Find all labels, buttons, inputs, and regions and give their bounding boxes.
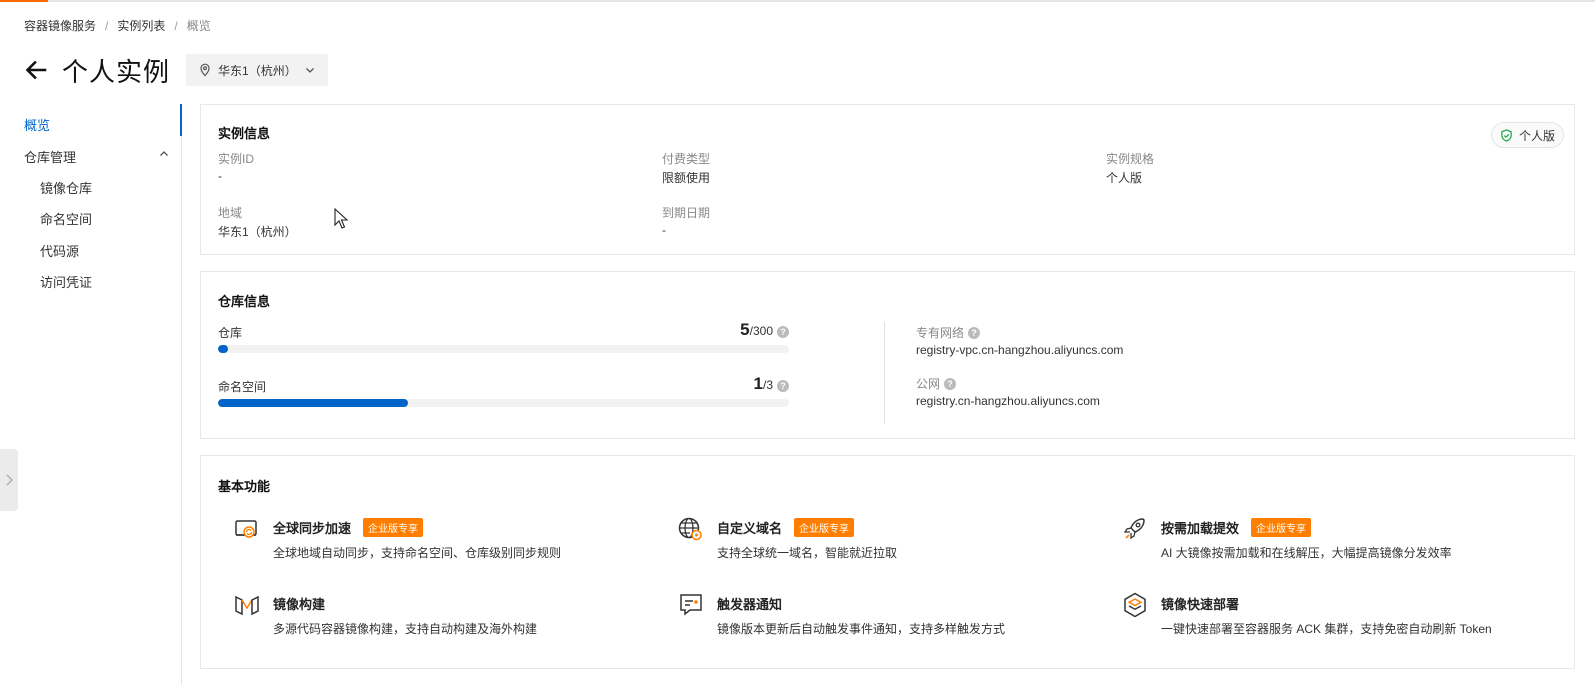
feature-desc: 支持全球统一域名，智能就近拉取 — [717, 546, 898, 560]
field-label-expiry: 到期日期 — [662, 206, 711, 220]
field-value-billing: 限额使用 — [662, 171, 711, 185]
help-icon[interactable]: ? — [777, 380, 789, 392]
breadcrumb-item-instances[interactable]: 实例列表 — [117, 17, 165, 34]
sidebar-item-code-source[interactable]: 代码源 — [40, 241, 79, 260]
sidebar-collapse-handle[interactable] — [0, 449, 18, 511]
usage-label: 仓库 — [218, 326, 243, 340]
edition-badge-label: 个人版 — [1518, 128, 1555, 143]
sidebar-item-image-repos[interactable]: 镜像仓库 — [40, 178, 92, 197]
feature-name: 按需加载提效 — [1161, 521, 1240, 536]
feature-name: 镜像构建 — [273, 597, 326, 612]
location-pin-icon — [200, 63, 210, 77]
back-button[interactable] — [22, 56, 50, 84]
field-value-region: 华东1（杭州） — [218, 225, 297, 239]
usage-used: 1 — [753, 374, 763, 393]
feature-desc: 一键快速部署至容器服务 ACK 集群，支持免密自动刷新 Token — [1161, 622, 1492, 636]
help-icon[interactable]: ? — [777, 326, 789, 338]
global-sync-icon — [235, 520, 257, 538]
usage-label: 命名空间 — [218, 380, 267, 394]
repo-info-card: 仓库信息 仓库 5 /300 ? 命名空间 1 /3 ? 专有网络 ? regi… — [200, 271, 1575, 439]
usage-progress-bar — [218, 345, 789, 353]
endpoint-value-public[interactable]: registry.cn-hangzhou.aliyuncs.com — [916, 394, 1100, 408]
feature-name: 触发器通知 — [717, 597, 783, 612]
chevron-down-icon — [306, 68, 314, 73]
edition-badge: 个人版 — [1490, 122, 1564, 148]
help-icon[interactable]: ? — [968, 326, 981, 339]
mouse-cursor-icon — [334, 208, 348, 229]
features-title: 基本功能 — [218, 479, 271, 494]
features-card: 基本功能 全球同步加速 企业版专享 全球地域自动同步，支持命名空间、仓库级别同步规… — [200, 455, 1575, 669]
endpoint-label-vpc: 专有网络 ? — [916, 324, 981, 341]
shield-check-icon — [1501, 128, 1512, 142]
breadcrumb-separator: / — [105, 18, 109, 33]
page-header: 个人实例 华东1（杭州） — [22, 52, 329, 88]
build-icon — [235, 595, 259, 616]
enterprise-tag: 企业版专享 — [794, 518, 855, 537]
chevron-up-icon[interactable] — [158, 148, 170, 160]
top-bar — [0, 0, 1595, 2]
feature-desc: AI 大镜像按需加载和在线解压，大幅提高镜像分发效率 — [1161, 546, 1452, 560]
field-value-expiry: - — [662, 223, 666, 237]
endpoint-label-text: 公网 — [916, 377, 941, 391]
usage-count: 5 /300 ? — [740, 320, 789, 340]
enterprise-tag: 企业版专享 — [1251, 518, 1312, 537]
feature-name: 镜像快速部署 — [1161, 597, 1240, 612]
field-label-spec: 实例规格 — [1106, 152, 1155, 166]
instance-info-title: 实例信息 — [218, 126, 271, 141]
repo-info-title: 仓库信息 — [218, 294, 271, 309]
rocket-icon — [1123, 518, 1145, 540]
deploy-icon — [1124, 592, 1146, 618]
custom-domain-icon — [678, 517, 702, 541]
field-label-region: 地域 — [218, 206, 243, 220]
sidebar-active-indicator — [180, 104, 182, 136]
field-value-spec: 个人版 — [1106, 171, 1143, 185]
field-value-instance-id: - — [218, 169, 222, 183]
usage-progress-bar — [218, 399, 789, 407]
sidebar: 概览 仓库管理 镜像仓库 命名空间 代码源 访问凭证 — [0, 104, 182, 685]
usage-total: /300 — [749, 324, 773, 338]
usage-progress-fill — [218, 345, 228, 353]
endpoint-label-text: 专有网络 — [916, 326, 965, 340]
usage-progress-fill — [218, 399, 409, 407]
region-select-value: 华东1（杭州） — [218, 63, 297, 78]
help-icon[interactable]: ? — [944, 377, 957, 390]
enterprise-tag: 企业版专享 — [363, 518, 424, 537]
breadcrumb-separator: / — [174, 18, 178, 33]
field-label-billing: 付费类型 — [662, 152, 711, 166]
breadcrumb-item-service[interactable]: 容器镜像服务 — [24, 17, 96, 34]
page-title: 个人实例 — [62, 56, 171, 87]
sidebar-item-overview[interactable]: 概览 — [24, 115, 50, 134]
breadcrumb: 容器镜像服务 / 实例列表 / 概览 — [24, 17, 211, 34]
breadcrumb-item-current: 概览 — [186, 19, 211, 33]
sidebar-item-namespaces[interactable]: 命名空间 — [40, 209, 92, 228]
brand-accent — [0, 0, 48, 2]
feature-desc: 镜像版本更新后自动触发事件通知，支持多样触发方式 — [717, 622, 1006, 636]
region-select[interactable]: 华东1（杭州） — [186, 54, 329, 86]
chevron-right-icon — [6, 474, 13, 486]
usage-used: 5 — [740, 320, 750, 339]
sidebar-item-credentials[interactable]: 访问凭证 — [40, 272, 92, 291]
vertical-divider — [884, 322, 885, 424]
feature-name: 全球同步加速 — [273, 521, 352, 536]
endpoint-label-public: 公网 ? — [916, 375, 957, 392]
arrow-left-icon — [25, 60, 47, 80]
usage-total: /3 — [762, 378, 773, 392]
feature-desc: 多源代码容器镜像构建，支持自动构建及海外构建 — [273, 622, 538, 636]
instance-info-card: 实例信息 个人版 实例ID - 付费类型 限额使用 实例规格 个人版 地域 华东… — [200, 104, 1575, 255]
feature-desc: 全球地域自动同步，支持命名空间、仓库级别同步规则 — [273, 546, 562, 560]
sidebar-item-repo-mgmt[interactable]: 仓库管理 — [24, 147, 76, 166]
field-label-instance-id: 实例ID — [218, 152, 255, 166]
endpoint-value-vpc[interactable]: registry-vpc.cn-hangzhou.aliyuncs.com — [916, 343, 1123, 357]
feature-name: 自定义域名 — [717, 521, 783, 536]
usage-count: 1 /3 ? — [754, 374, 789, 394]
trigger-icon — [680, 594, 702, 616]
